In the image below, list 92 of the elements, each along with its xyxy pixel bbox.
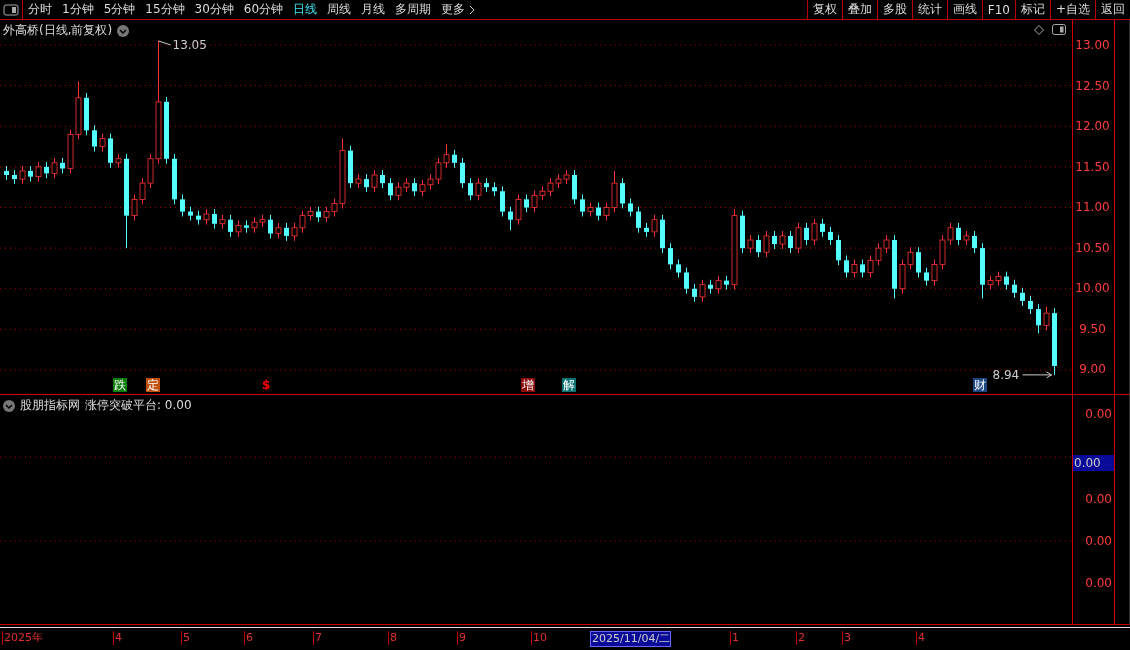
date-label: 3	[842, 631, 851, 645]
candlestick	[668, 242, 673, 270]
date-label: 2025年	[2, 631, 43, 645]
candlestick	[268, 214, 273, 239]
candlestick	[388, 177, 393, 201]
candlestick	[795, 222, 802, 254]
date-label: 6	[244, 631, 253, 645]
period-tab[interactable]: 月线	[356, 0, 391, 19]
period-tab[interactable]: 周线	[322, 0, 357, 19]
low-price-label: 8.94	[992, 367, 1020, 382]
indicator-name: 股朋指标网	[20, 397, 80, 414]
arrow-line	[1022, 371, 1052, 379]
candlestick	[836, 234, 841, 266]
candlestick	[371, 169, 378, 193]
axis-label: 0.00	[1084, 575, 1113, 591]
event-marker[interactable]: 定	[146, 378, 160, 392]
axis-label: 11.00	[1075, 199, 1111, 215]
period-tab[interactable]: 5分钟	[98, 0, 141, 19]
candlestick	[804, 222, 809, 246]
event-marker[interactable]: $	[262, 378, 271, 392]
candlestick	[620, 177, 625, 209]
event-marker[interactable]: 解	[562, 378, 576, 392]
period-tab[interactable]: 15分钟	[140, 0, 190, 19]
axis-label: 9.00	[1079, 361, 1107, 377]
date-label: 4	[916, 631, 925, 645]
chevron-right-icon	[469, 4, 476, 15]
candlestick	[228, 214, 233, 238]
dropdown-icon[interactable]	[117, 24, 130, 37]
candlestick	[180, 194, 185, 217]
candlestick	[763, 230, 770, 258]
candlestick	[788, 230, 793, 254]
period-tab[interactable]: 日线	[288, 0, 323, 19]
event-marker[interactable]: 财	[973, 378, 987, 392]
axis-label: 0.00	[1084, 491, 1113, 507]
date-label: 2	[796, 631, 805, 645]
indicator-reading: 涨停突破平台: 0.00	[85, 397, 192, 414]
candlestick	[1036, 303, 1041, 334]
candlestick	[468, 177, 473, 201]
candlestick	[972, 230, 977, 254]
date-label: 10	[531, 631, 547, 645]
candlestick	[500, 185, 505, 217]
axis-label: 10.00	[1075, 280, 1111, 296]
axis-label: 9.50	[1079, 320, 1107, 337]
candlestick	[515, 194, 522, 226]
date-label: 5	[181, 631, 190, 645]
axis-label: 11.50	[1075, 158, 1111, 175]
candlestick	[844, 254, 849, 278]
event-marker[interactable]: 跌	[113, 378, 127, 392]
candlestick	[1043, 306, 1050, 331]
candlestick	[460, 157, 465, 189]
candlestick	[475, 177, 482, 201]
leader-line	[158, 40, 171, 46]
period-tab[interactable]: 分时	[23, 0, 57, 19]
cursor-date-label: 2025/11/04/二	[590, 631, 672, 647]
date-label: 1	[730, 631, 739, 645]
candlestick	[916, 246, 921, 278]
high-price-label: 13.05	[172, 37, 207, 52]
axis-label: 0.00	[1084, 406, 1113, 422]
sidebar-toggle-button[interactable]	[0, 0, 23, 19]
candlestick	[684, 267, 689, 295]
date-label: 8	[388, 631, 397, 645]
candlestick	[956, 222, 961, 246]
period-tab[interactable]: 30分钟	[189, 0, 239, 19]
event-marker[interactable]: 增	[521, 378, 535, 392]
candlestick	[92, 124, 97, 152]
candlestick	[212, 208, 217, 230]
date-label: 4	[113, 631, 122, 645]
candlestick	[651, 214, 658, 238]
candlestick	[35, 161, 42, 182]
candlestick	[811, 218, 818, 246]
period-tab[interactable]: 60分钟	[238, 0, 289, 19]
chart-title: 外高桥(日线,前复权)	[3, 22, 113, 39]
date-label: 9	[457, 631, 466, 645]
more-button[interactable]: 更多	[436, 0, 481, 19]
dropdown-icon[interactable]	[3, 399, 15, 412]
candlestick	[51, 157, 58, 179]
period-tab[interactable]: 1分钟	[57, 0, 99, 19]
diamond-icon[interactable]	[1034, 24, 1044, 35]
candlestick	[508, 206, 513, 231]
axis-label: 10.50	[1075, 239, 1111, 256]
candlestick	[756, 234, 761, 258]
cursor-value-label: 0.00	[1073, 455, 1114, 471]
candlestick	[699, 279, 706, 303]
candlestick	[636, 206, 641, 234]
period-tab[interactable]: 多周期	[390, 0, 437, 19]
panel-toggle-icon[interactable]	[1052, 24, 1066, 35]
axis-label: 0.00	[1084, 533, 1113, 549]
axis-label: 12.00	[1075, 118, 1111, 134]
date-label: 7	[313, 631, 322, 645]
candlestick	[580, 194, 585, 217]
axis-label: 12.50	[1075, 77, 1111, 94]
axis-label: 13.00	[1075, 37, 1111, 53]
